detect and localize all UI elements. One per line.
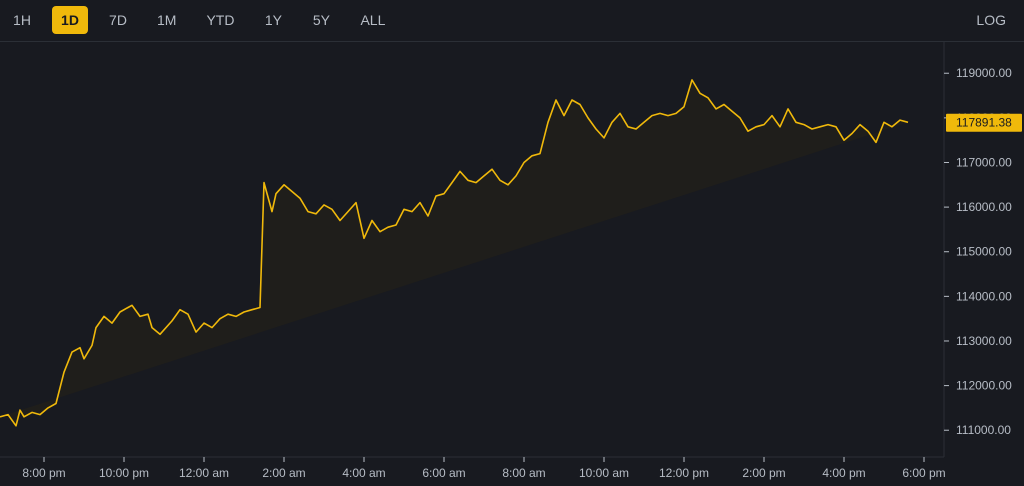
x-tick-label: 10:00 am	[579, 466, 629, 480]
x-tick-label: 4:00 am	[342, 466, 385, 480]
timeframe-1m-button[interactable]: 1M	[148, 6, 185, 34]
x-tick-label: 12:00 pm	[659, 466, 709, 480]
x-tick-label: 8:00 am	[502, 466, 545, 480]
x-tick-label: 2:00 pm	[742, 466, 785, 480]
y-tick-label: 112000.00	[956, 379, 1012, 393]
y-tick-label: 116000.00	[956, 200, 1012, 214]
price-chart: 111000.00 112000.00 113000.00 114000.00 1150…	[0, 42, 1022, 480]
x-axis: 8:00 pm 10:00 pm 12:00 am 2:00 am 4:00 am 6:0…	[0, 456, 946, 480]
y-tick-label: 113000.00	[956, 334, 1012, 348]
y-axis: 111000.00 112000.00 113000.00 114000.00 1150…	[943, 42, 1012, 457]
y-tick-label: 115000.00	[956, 245, 1012, 259]
timeframe-7d-button[interactable]: 7D	[100, 6, 136, 34]
timeframe-1y-button[interactable]: 1Y	[255, 6, 291, 34]
timeframe-5y-button[interactable]: 5Y	[303, 6, 339, 34]
timeframe-list: 1H 1D 7D 1M YTD 1Y 5Y ALL	[4, 6, 406, 34]
x-tick-label: 6:00 pm	[902, 466, 945, 480]
y-tick-label: 111000.00	[956, 423, 1011, 437]
current-price-label: 117891.38	[956, 116, 1012, 130]
y-tick-label: 119000.00	[956, 66, 1012, 80]
y-tick-label: 117000.00	[956, 155, 1012, 169]
timeframe-1d-button[interactable]: 1D	[52, 6, 88, 34]
x-tick-label: 8:00 pm	[22, 466, 65, 480]
price-area-layer	[0, 79, 908, 426]
timeframe-toolbar: 1H 1D 7D 1M YTD 1Y 5Y ALL LOG	[0, 0, 1024, 42]
price-area	[0, 79, 908, 426]
x-tick-label: 2:00 am	[262, 466, 305, 480]
x-tick-label: 6:00 am	[422, 466, 465, 480]
x-tick-label: 4:00 pm	[822, 466, 865, 480]
x-tick-label: 10:00 pm	[99, 466, 149, 480]
log-scale-toggle[interactable]: LOG	[976, 6, 1006, 34]
x-tick-label: 12:00 am	[179, 466, 229, 480]
timeframe-all-button[interactable]: ALL	[351, 6, 394, 34]
current-price-marker: 117891.38	[946, 113, 1022, 132]
y-tick-label: 114000.00	[956, 289, 1012, 303]
timeframe-1h-button[interactable]: 1H	[4, 6, 40, 34]
timeframe-ytd-button[interactable]: YTD	[197, 6, 243, 34]
